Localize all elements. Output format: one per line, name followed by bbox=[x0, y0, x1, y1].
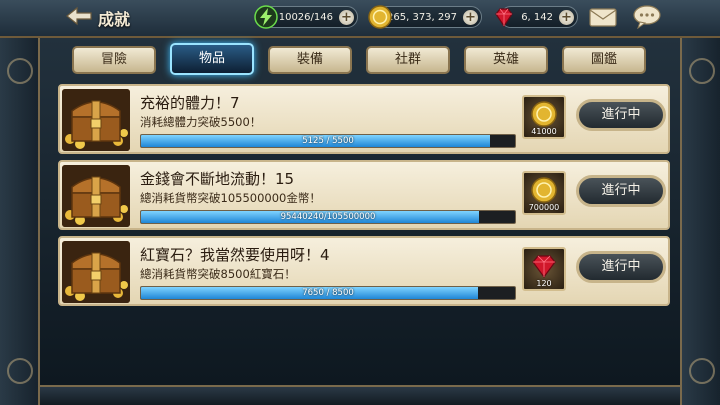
ruby-value: 6, 142 bbox=[521, 11, 553, 23]
gold-coin-icon bbox=[531, 177, 557, 203]
gold-coin-icon bbox=[531, 101, 557, 127]
gold-value: 265, 373, 297 bbox=[387, 11, 457, 23]
mail-button[interactable] bbox=[588, 4, 618, 30]
tab-items[interactable]: 物品 bbox=[170, 43, 254, 75]
tab-heroes[interactable]: 英雄 bbox=[464, 46, 548, 74]
chat-bubble-icon bbox=[633, 5, 661, 29]
back-button[interactable] bbox=[64, 5, 94, 27]
progress-bar: 7650 / 8500 bbox=[140, 286, 516, 300]
page-title: 成就 bbox=[98, 10, 131, 29]
stamina-value: 10026/146 bbox=[278, 11, 333, 23]
achievement-description: 總消耗貨幣突破8500紅寶石！ bbox=[140, 267, 296, 281]
ornament-icon bbox=[7, 58, 33, 84]
tab-adventure[interactable]: 冒險 bbox=[72, 46, 156, 74]
reward-slot[interactable]: 41000 bbox=[522, 95, 566, 139]
in-progress-button[interactable]: 進行中 bbox=[576, 251, 666, 283]
treasure-chest-icon bbox=[62, 89, 130, 151]
progress-bar: 5125 / 5500 bbox=[140, 134, 516, 148]
progress-text: 7650 / 8500 bbox=[302, 288, 354, 298]
achievement-card: 紅寶石？我當然要使用呀！4 總消耗貨幣突破8500紅寶石！ 7650 / 850… bbox=[58, 236, 670, 306]
tab-collection[interactable]: 圖鑑 bbox=[562, 46, 646, 74]
ornament-icon bbox=[7, 358, 33, 384]
stamina-counter: 10026/146 + bbox=[254, 5, 358, 29]
add-gold-button[interactable]: + bbox=[463, 10, 478, 25]
category-tabs: 冒險 物品 裝備 社群 英雄 圖鑑 bbox=[72, 43, 656, 76]
gold-counter: 265, 373, 297 + bbox=[368, 5, 482, 29]
reward-slot[interactable]: 120 bbox=[522, 247, 566, 291]
tab-equipment[interactable]: 裝備 bbox=[268, 46, 352, 74]
tab-community[interactable]: 社群 bbox=[366, 46, 450, 74]
ornament-icon bbox=[689, 58, 715, 84]
reward-slot[interactable]: 700000 bbox=[522, 171, 566, 215]
reward-amount: 41000 bbox=[531, 127, 557, 136]
add-stamina-button[interactable]: + bbox=[339, 10, 354, 25]
lightning-icon bbox=[253, 4, 279, 30]
reward-amount: 700000 bbox=[528, 203, 560, 212]
treasure-chest-icon bbox=[62, 165, 130, 227]
progress-text: 95440240/105500000 bbox=[280, 212, 376, 222]
achievement-title: 金錢會不斷地流動！15 bbox=[140, 170, 295, 188]
right-frame-border bbox=[680, 38, 720, 405]
add-ruby-button[interactable]: + bbox=[559, 10, 574, 25]
gold-coin-icon bbox=[367, 4, 393, 30]
achievement-description: 總消耗貨幣突破105500000金幣！ bbox=[140, 191, 321, 205]
in-progress-button[interactable]: 進行中 bbox=[576, 175, 666, 207]
ornament-icon bbox=[689, 358, 715, 384]
progress-text: 5125 / 5500 bbox=[302, 136, 354, 146]
progress-bar: 95440240/105500000 bbox=[140, 210, 516, 224]
ruby-gem-icon bbox=[491, 4, 517, 30]
back-arrow-icon bbox=[66, 6, 92, 26]
achievement-title: 紅寶石？我當然要使用呀！4 bbox=[140, 246, 330, 264]
in-progress-button[interactable]: 進行中 bbox=[576, 99, 666, 131]
achievement-title: 充裕的體力！7 bbox=[140, 94, 240, 112]
left-frame-border bbox=[0, 38, 40, 405]
achievement-card: 金錢會不斷地流動！15 總消耗貨幣突破105500000金幣！ 95440240… bbox=[58, 160, 670, 230]
reward-amount: 120 bbox=[536, 279, 552, 288]
chat-button[interactable] bbox=[632, 4, 662, 30]
achievement-card: 充裕的體力！7 消耗總體力突破5500！ 5125 / 5500 41000 進… bbox=[58, 84, 670, 154]
ruby-counter: 6, 142 + bbox=[495, 6, 578, 28]
treasure-chest-icon bbox=[62, 241, 130, 303]
bottom-frame-border bbox=[40, 385, 680, 405]
ruby-gem-icon bbox=[532, 255, 556, 279]
achievement-description: 消耗總體力突破5500！ bbox=[140, 115, 262, 129]
mail-icon bbox=[589, 8, 617, 27]
